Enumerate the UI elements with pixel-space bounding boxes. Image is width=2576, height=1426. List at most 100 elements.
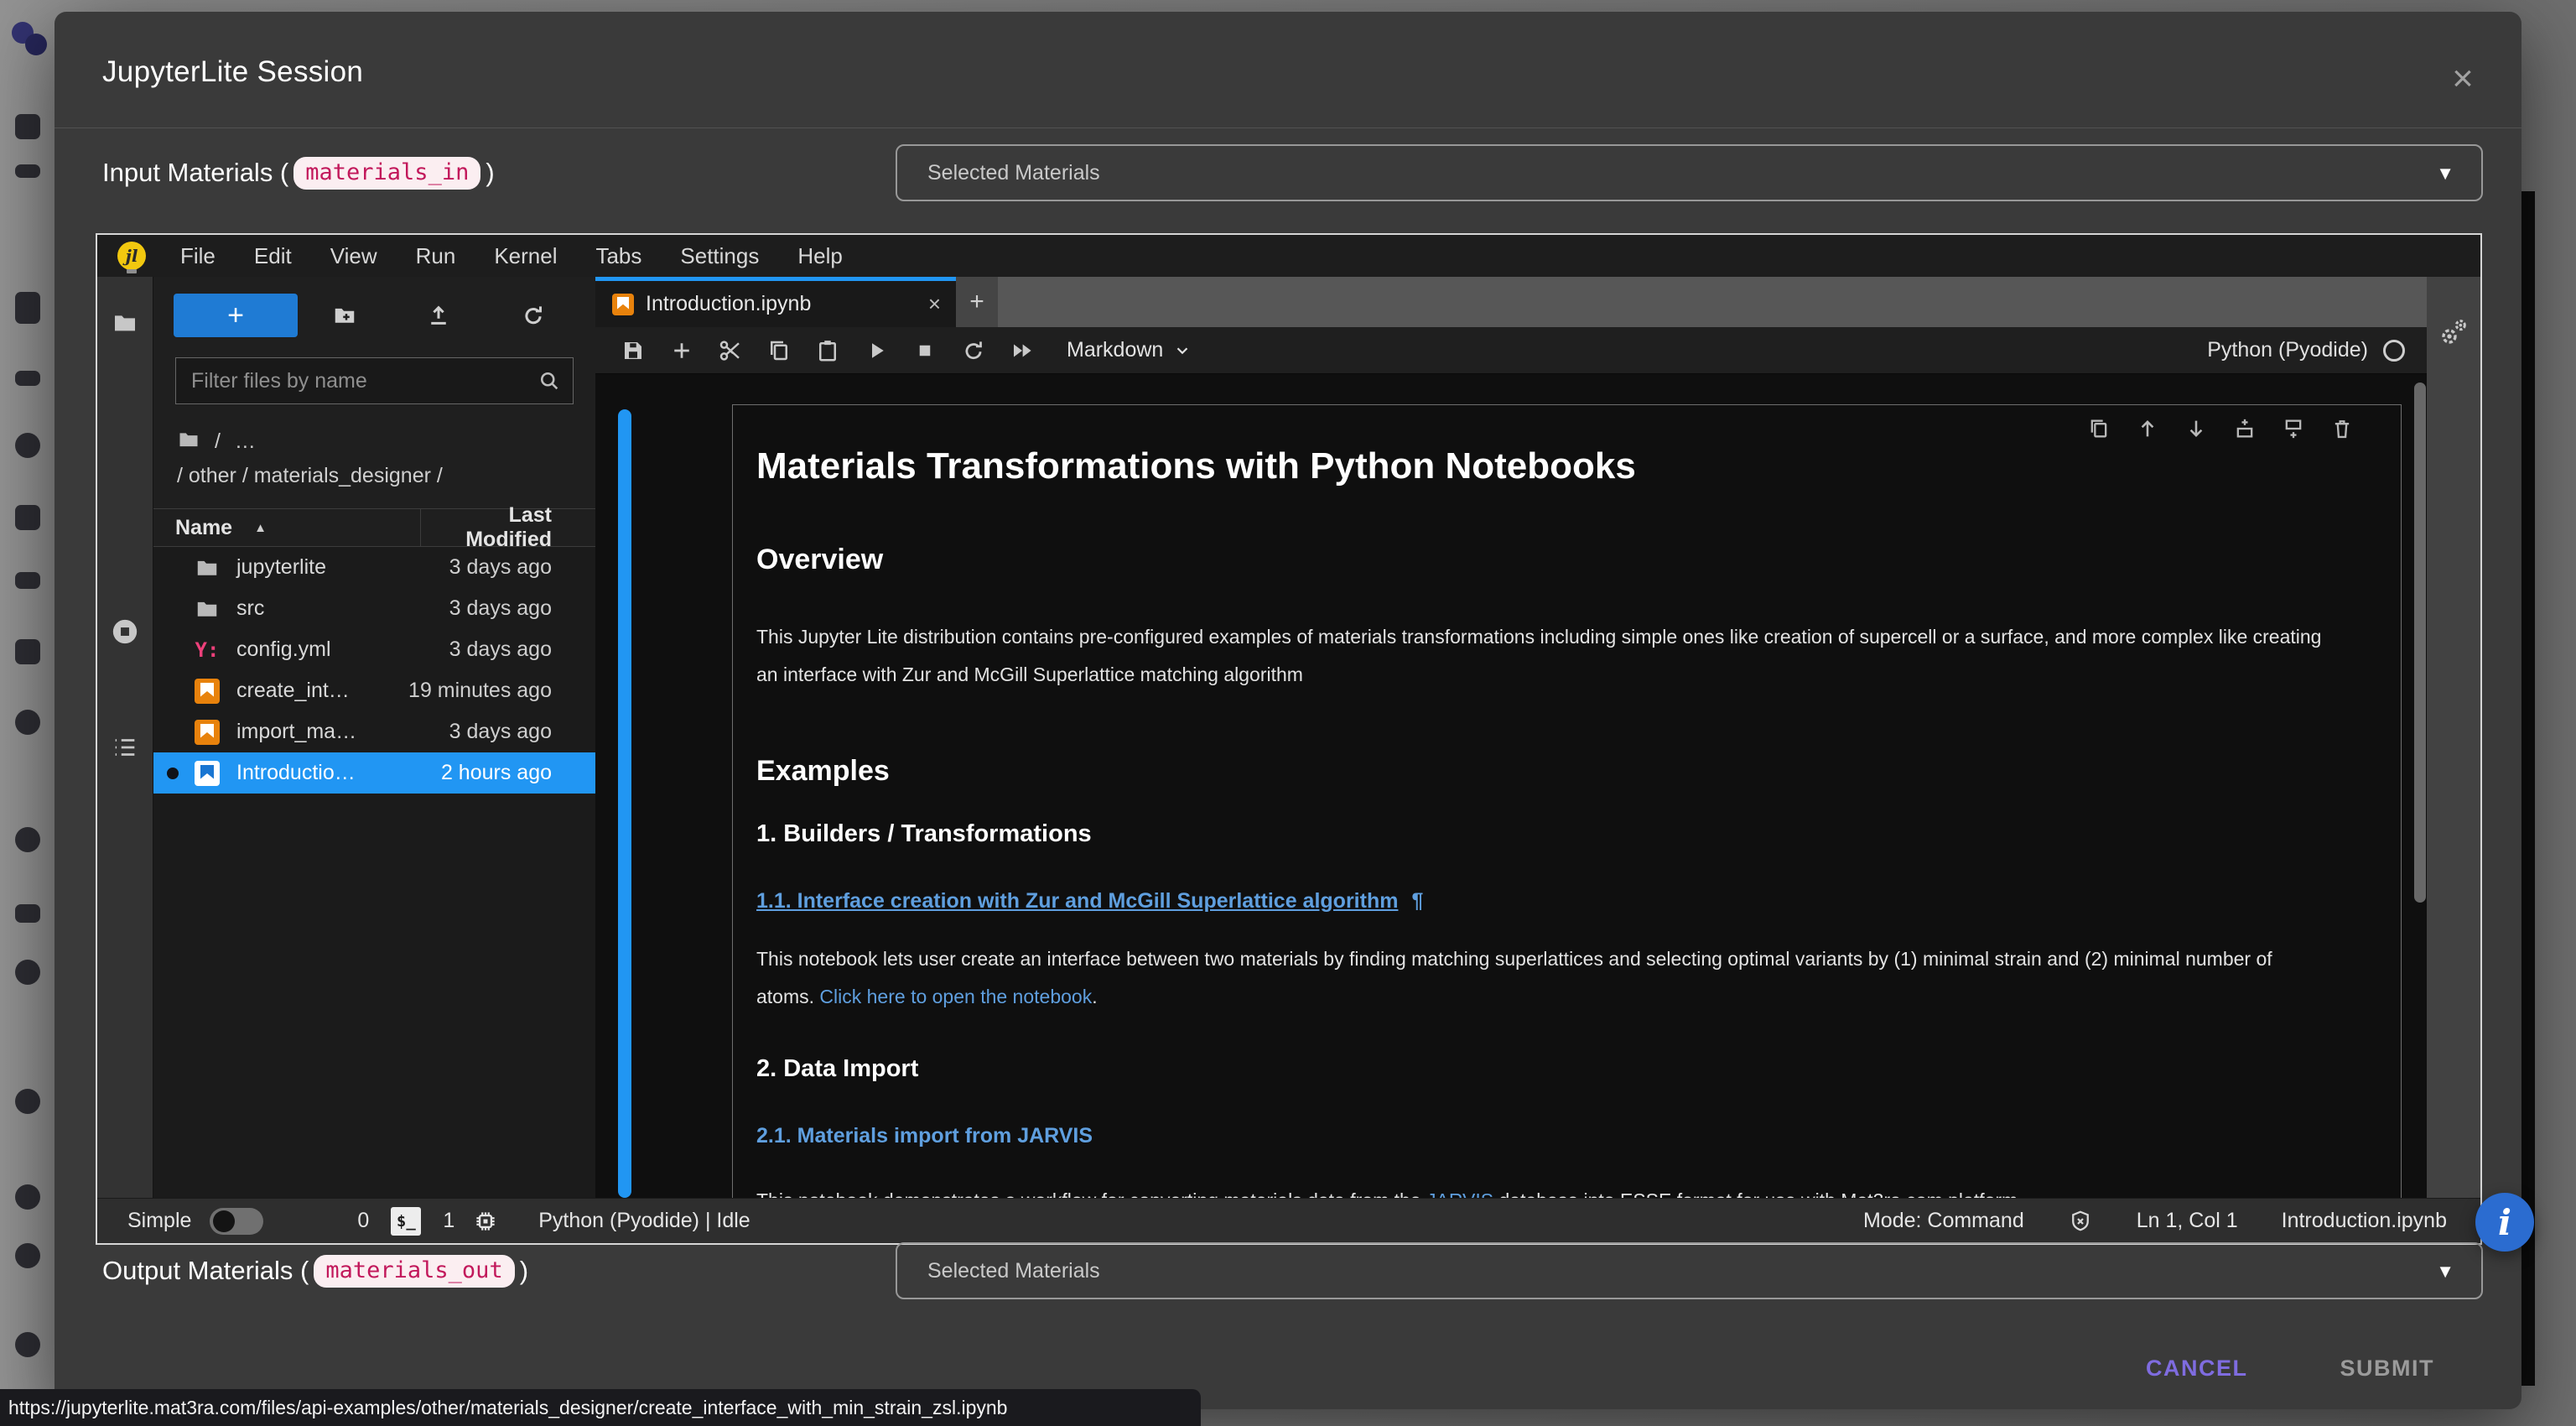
active-file-name[interactable]: Introduction.ipynb (2282, 1209, 2447, 1233)
chevron-down-icon: ▼ (2436, 1261, 2454, 1283)
new-tab-button[interactable]: + (956, 277, 998, 327)
property-inspector-gear-icon[interactable] (2437, 315, 2470, 349)
save-icon[interactable] (609, 334, 657, 367)
new-folder-icon[interactable] (298, 303, 392, 328)
run-icon[interactable] (852, 334, 901, 367)
output-materials-label: Output Materials (materials_out) (102, 1242, 528, 1299)
background-sidebar-icon (15, 827, 40, 852)
file-filter-box (175, 357, 574, 404)
terminals-count[interactable]: 0 (357, 1209, 369, 1233)
dialog-close-icon[interactable]: × (2443, 59, 2483, 99)
background-app-logo (12, 22, 50, 57)
breadcrumb[interactable]: / … / other / materials_designer / (153, 404, 595, 492)
background-sidebar-icon (15, 960, 40, 985)
cancel-button[interactable]: CANCEL (2141, 1347, 2253, 1390)
section21-paragraph: This notebook demonstrates a workflow fo… (756, 1182, 2325, 1198)
insert-cell-icon[interactable] (657, 334, 706, 367)
delete-cell-icon[interactable] (2330, 417, 2354, 440)
home-folder-icon[interactable] (177, 433, 200, 456)
menu-tabs[interactable]: Tabs (576, 243, 661, 269)
folder-icon (195, 596, 220, 622)
file-row[interactable]: import_ma… 3 days ago (153, 711, 595, 752)
file-row[interactable]: create_int… 19 minutes ago (153, 670, 595, 711)
superlattice-notebook-link[interactable]: 1.1. Interface creation with Zur and McG… (756, 889, 1398, 913)
jarvis-notebook-link[interactable]: 2.1. Materials import from JARVIS (756, 1124, 1093, 1148)
sort-ascending-icon: ▲ (254, 521, 267, 535)
notebook-scrollbar-thumb[interactable] (2414, 383, 2426, 903)
kernel-status-icon[interactable] (2383, 340, 2405, 362)
breadcrumb-ellipsis[interactable]: … (235, 429, 257, 453)
sort-by-modified-header[interactable]: Last Modified (421, 503, 595, 552)
examples-heading: Examples (756, 754, 2325, 788)
cursor-position[interactable]: Ln 1, Col 1 (2137, 1209, 2238, 1233)
refresh-icon[interactable] (486, 303, 580, 328)
simple-mode-toggle[interactable] (210, 1208, 263, 1235)
upload-icon[interactable] (392, 303, 486, 328)
insert-cell-above-icon[interactable] (2233, 417, 2257, 440)
cell-toolbar (2087, 417, 2354, 440)
command-mode-indicator[interactable]: Mode: Command (1863, 1209, 2024, 1233)
running-sessions-tab-icon[interactable] (109, 616, 141, 648)
background-sidebar-icon (15, 292, 40, 324)
tab-close-icon[interactable]: × (928, 291, 941, 317)
jarvis-link[interactable]: JARVIS (1426, 1189, 1493, 1198)
restart-run-all-icon[interactable] (998, 334, 1046, 367)
kernel-status-text[interactable]: Python (Pyodide) | Idle (538, 1209, 750, 1233)
open-notebook-link[interactable]: Click here to open the notebook (819, 986, 1092, 1007)
file-row[interactable]: src 3 days ago (153, 588, 595, 629)
left-sidebar-tabstrip (97, 277, 153, 1198)
background-sidebar-icon (15, 710, 40, 735)
menu-help[interactable]: Help (778, 243, 861, 269)
notebook-file-icon (612, 294, 634, 315)
copy-icon[interactable] (755, 334, 803, 367)
menu-view[interactable]: View (311, 243, 397, 269)
cell-collapser-bar[interactable] (618, 409, 631, 1198)
jupyterlite-session-dialog: JupyterLite Session × Input Materials (m… (55, 12, 2521, 1409)
output-materials-select[interactable]: Selected Materials ▼ (896, 1242, 2483, 1299)
paste-icon[interactable] (803, 334, 852, 367)
file-filter-input[interactable] (190, 368, 538, 394)
breadcrumb-path[interactable]: / other / materials_designer / (177, 464, 443, 487)
submit-button[interactable]: SUBMIT (2335, 1347, 2440, 1390)
chevron-down-icon (1173, 341, 1192, 360)
markdown-cell[interactable]: Materials Transformations with Python No… (732, 404, 2402, 1198)
jupyterlab-frame: jl File Edit View Run Kernel Tabs Settin… (96, 233, 2482, 1245)
menu-run[interactable]: Run (397, 243, 475, 269)
duplicate-cell-icon[interactable] (2087, 417, 2111, 440)
new-launcher-button[interactable]: + (174, 294, 298, 337)
menu-settings[interactable]: Settings (661, 243, 778, 269)
file-row-selected[interactable]: Introductio… 2 hours ago (153, 752, 595, 794)
anchor-pilcrow[interactable]: ¶ (1411, 889, 1423, 913)
insert-cell-below-icon[interactable] (2282, 417, 2305, 440)
sort-by-name-header[interactable]: Name▲ (153, 509, 421, 546)
kernels-count[interactable]: 1 (443, 1209, 454, 1233)
menu-file[interactable]: File (161, 243, 235, 269)
cpu-chip-icon[interactable] (473, 1209, 498, 1234)
table-of-contents-tab-icon[interactable] (109, 731, 141, 763)
menu-kernel[interactable]: Kernel (475, 243, 576, 269)
input-materials-select[interactable]: Selected Materials ▼ (896, 144, 2483, 201)
terminal-icon[interactable]: $_ (391, 1207, 421, 1236)
yaml-file-icon: Y: (195, 638, 220, 663)
move-cell-down-icon[interactable] (2184, 417, 2208, 440)
overview-paragraph: This Jupyter Lite distribution contains … (756, 618, 2325, 694)
restart-kernel-icon[interactable] (949, 334, 998, 367)
dock-panel: Introduction.ipynb × + Mar (595, 277, 2427, 1198)
notebook-file-icon (195, 720, 220, 745)
tab-introduction-ipynb[interactable]: Introduction.ipynb × (595, 277, 956, 327)
info-button[interactable]: i (2475, 1193, 2534, 1252)
file-row[interactable]: Y: config.yml 3 days ago (153, 629, 595, 670)
menu-edit[interactable]: Edit (235, 243, 311, 269)
background-sidebar-icon (15, 433, 40, 458)
cell-type-dropdown[interactable]: Markdown (1067, 338, 1192, 362)
trust-shield-icon[interactable] (2068, 1209, 2093, 1234)
file-row[interactable]: jupyterlite 3 days ago (153, 547, 595, 588)
stop-icon[interactable] (901, 334, 949, 367)
kernel-running-dot (167, 768, 179, 779)
cut-icon[interactable] (706, 334, 755, 367)
move-cell-up-icon[interactable] (2136, 417, 2159, 440)
file-browser-tab-icon[interactable] (109, 307, 141, 339)
background-sidebar-icon (15, 904, 40, 923)
materials-in-code-chip: materials_in (293, 157, 480, 190)
notebook-scroll-area[interactable]: Materials Transformations with Python No… (595, 374, 2427, 1198)
